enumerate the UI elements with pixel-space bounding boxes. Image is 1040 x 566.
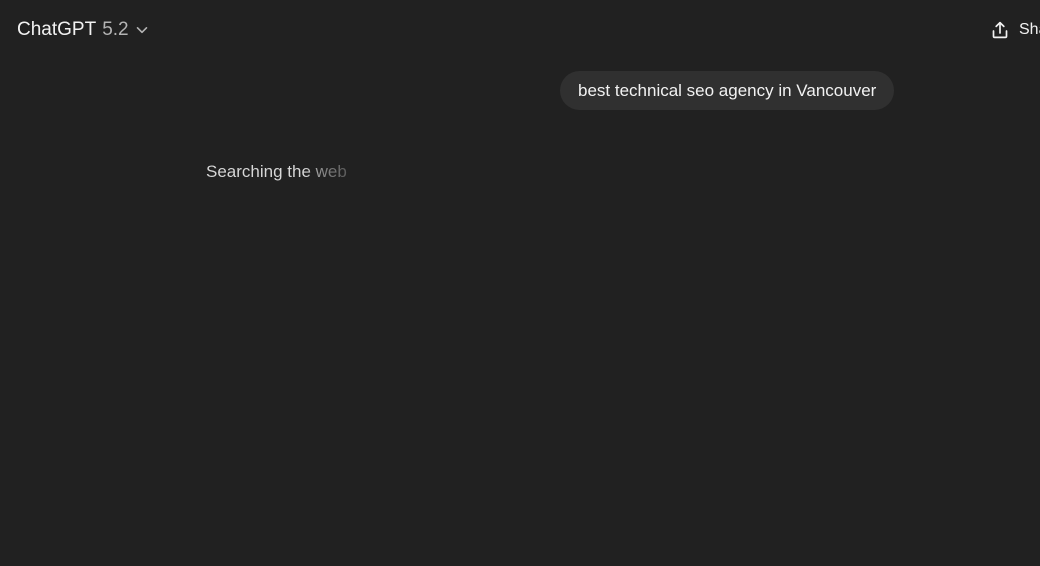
- model-name: ChatGPT: [17, 19, 97, 40]
- share-upload-icon: [990, 20, 1010, 40]
- user-message-text: best technical seo agency in Vancouver: [578, 80, 877, 100]
- chat-page: ChatGPT 5.2 Share best technical seo age…: [0, 0, 1040, 566]
- share-label: Share: [1019, 21, 1040, 38]
- model-version: 5.2: [102, 19, 129, 40]
- user-message-bubble: best technical seo agency in Vancouver: [560, 71, 895, 110]
- searching-status: Searching the web: [206, 160, 347, 184]
- model-switcher-button[interactable]: ChatGPT 5.2: [10, 14, 156, 46]
- chevron-down-icon: [135, 23, 149, 37]
- share-button[interactable]: Share: [986, 14, 1040, 46]
